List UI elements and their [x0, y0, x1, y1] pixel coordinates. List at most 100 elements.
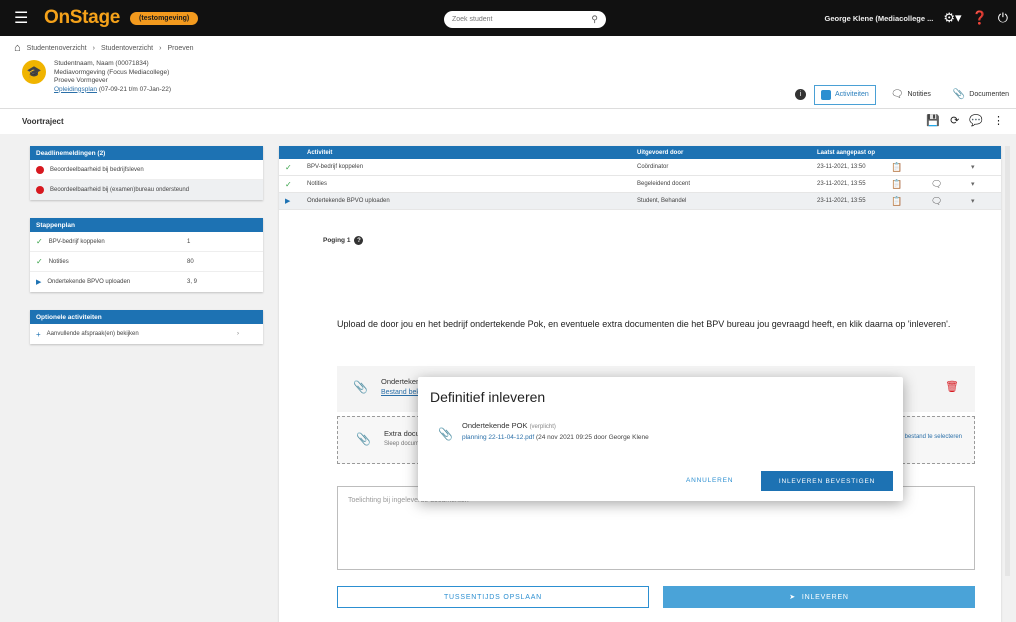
student-proeve: Proeve Vormgever	[54, 77, 108, 84]
steps-card: Stappenplan ✓ BPV-bedrijf koppelen 1 ✓ N…	[30, 218, 263, 292]
clipboard-icon[interactable]: 📋	[891, 162, 931, 173]
deadline-item[interactable]: Beoordeelbaarheid bij bedrijfsleven	[30, 160, 263, 180]
step-item[interactable]: ▶ Ondertekende BPVO uploaden 3, 9	[30, 272, 263, 292]
environment-badge: (testomgeving)	[130, 11, 199, 25]
submit-button[interactable]: ➤ INLEVEREN	[663, 586, 975, 608]
tab-label: Documenten	[969, 91, 1009, 98]
chevron-down-icon[interactable]: ▾	[971, 163, 991, 171]
send-icon: ➤	[789, 594, 796, 601]
comment-icon[interactable]: 🗨	[931, 196, 971, 207]
tab-label: Notities	[907, 91, 931, 98]
dialog-doc-info: planning 22-11-04-12.pdf (24 nov 2021 09…	[462, 434, 649, 441]
info-icon[interactable]: i	[794, 89, 806, 100]
help-icon[interactable]: ❓	[972, 10, 988, 26]
opleidingsplan-link[interactable]: Opleidingsplan	[54, 86, 97, 93]
attempt-label: Poging 1 ?	[323, 236, 364, 245]
page-title: Voortraject	[22, 117, 64, 126]
save-icon[interactable]: 💾	[926, 114, 940, 127]
alert-dot-icon	[36, 186, 44, 194]
chevron-down-icon[interactable]: ▾	[971, 197, 991, 205]
breadcrumb: ⌂ Studentenoverzicht › Studentoverzicht …	[14, 42, 194, 54]
tab-activiteiten[interactable]: Activiteiten	[813, 84, 876, 105]
help-icon[interactable]: ?	[354, 236, 364, 245]
plus-icon: +	[36, 329, 41, 339]
search-icon[interactable]: ⚲	[591, 14, 598, 25]
chevron-right-icon: ›	[237, 331, 239, 337]
paperclip-icon: 📎	[356, 432, 371, 446]
card-title: Deadlinemeldingen (2)	[30, 146, 263, 160]
alert-dot-icon	[36, 165, 44, 174]
cancel-button[interactable]: ANNULEREN	[686, 477, 733, 484]
menu-icon[interactable]: ☰	[14, 8, 30, 28]
optional-item[interactable]: + Aanvullende afspraak(en) bekijken ›	[30, 324, 263, 344]
save-draft-button[interactable]: TUSSENTIJDS OPSLAAN	[337, 586, 649, 608]
breadcrumb-item-1[interactable]: Studentenoverzicht	[27, 45, 87, 52]
student-name: Studentnaam, Naam (00071834)	[54, 60, 149, 67]
user-name[interactable]: George Klene (Mediacollege ...	[825, 14, 934, 23]
play-icon: ▶	[36, 279, 42, 286]
chevron-right-icon: ›	[92, 44, 95, 52]
scrollbar[interactable]	[1005, 146, 1010, 576]
chevron-down-icon[interactable]: ▾	[971, 180, 991, 188]
check-icon: ✓	[36, 257, 43, 266]
dialog-title: Definitief inleveren	[430, 389, 546, 405]
search-input[interactable]	[452, 16, 572, 23]
breadcrumb-item-3: Proeven	[167, 44, 194, 52]
header-divider	[0, 108, 1016, 109]
chevron-right-icon: ›	[159, 44, 162, 52]
home-icon[interactable]: ⌂	[14, 42, 21, 54]
confirm-dialog: Definitief inleveren 📎 Ondertekende POK …	[418, 377, 903, 501]
dialog-doc-name: Ondertekende POK (verplicht)	[462, 421, 556, 430]
card-title: Stappenplan	[30, 218, 263, 232]
table-row[interactable]: ✓ Notities Begeleidend docent 23-11-2021…	[279, 176, 1001, 193]
deadline-item[interactable]: Beoordeelbaarheid bij (examen)bureau ond…	[30, 180, 263, 200]
comment-icon[interactable]: 🗨	[931, 179, 971, 190]
col-modified: Laatst aangepast op	[817, 149, 876, 156]
step-item[interactable]: ✓ BPV-bedrijf koppelen 1	[30, 232, 263, 252]
play-icon: ▶	[285, 198, 291, 205]
col-done-by: Uitgevoerd door	[637, 149, 684, 156]
student-info: Studentnaam, Naam (00071834) Mediavormge…	[54, 60, 171, 94]
tab-documenten[interactable]: 📎 Documenten	[946, 84, 1016, 105]
step-item[interactable]: ✓ Notities 80	[30, 252, 263, 272]
power-icon[interactable]: ⏻	[998, 10, 1008, 26]
tab-label: Activiteiten	[834, 91, 869, 98]
comment-icon: 🗨	[890, 89, 904, 100]
top-bar: ☰ OnStage (testomgeving) ⚲ George Klene …	[0, 0, 1016, 36]
deadlines-card: Deadlinemeldingen (2) Beoordeelbaarheid …	[30, 146, 263, 200]
check-icon: ✓	[285, 179, 292, 189]
tab-notities[interactable]: 🗨 Notities	[884, 84, 938, 105]
card-title: Optionele activiteiten	[30, 310, 263, 324]
confirm-submit-button[interactable]: INLEVEREN BEVESTIGEN	[761, 471, 893, 491]
app-logo[interactable]: OnStage	[44, 7, 120, 29]
col-activity: Activiteit	[307, 149, 333, 156]
paperclip-icon: 📎	[353, 380, 368, 394]
chat-icon[interactable]: 💬	[969, 114, 983, 127]
page-actions: 💾 ⟳ 💬 ⋮	[926, 114, 1004, 127]
list-icon	[820, 89, 831, 100]
clipboard-icon[interactable]: 📋	[891, 179, 931, 190]
user-area: George Klene (Mediacollege ... ⚙▾ ❓ ⏻	[825, 0, 1008, 36]
instruction-text: Upload de door jou en het bedrijf ondert…	[337, 319, 951, 329]
table-row[interactable]: ▶ Ondertekende BPVO uploaden Student, Be…	[279, 193, 1001, 210]
more-vertical-icon[interactable]: ⋮	[993, 114, 1004, 127]
dialog-doc-link[interactable]: planning 22-11-04-12.pdf	[462, 434, 534, 441]
check-icon: ✓	[36, 237, 43, 246]
breadcrumb-item-2[interactable]: Studentoverzicht	[101, 45, 153, 52]
check-icon: ✓	[285, 162, 292, 172]
view-tabs: i Activiteiten 🗨 Notities 📎 Documenten	[794, 84, 1016, 105]
paperclip-icon: 📎	[952, 89, 966, 100]
paperclip-icon: 📎	[438, 427, 453, 441]
optional-card: Optionele activiteiten + Aanvullende afs…	[30, 310, 263, 344]
refresh-icon[interactable]: ⟳	[950, 114, 959, 127]
search-box[interactable]: ⚲	[444, 11, 606, 28]
student-program: Mediavormgeving (Focus Mediacollege)	[54, 68, 170, 76]
table-header: Activiteit Uitgevoerd door Laatst aangep…	[279, 146, 1001, 159]
trash-icon[interactable]: 🗑	[945, 380, 959, 393]
clipboard-icon[interactable]: 📋	[891, 196, 931, 207]
graduation-cap-icon: 🎓	[22, 60, 46, 84]
settings-icon[interactable]: ⚙▾	[943, 10, 961, 26]
student-period: (07-09-21 t/m 07-Jan-22)	[97, 85, 172, 93]
table-row[interactable]: ✓ BPV-bedrijf koppelen Coördinator 23-11…	[279, 159, 1001, 176]
student-header: 🎓 Studentnaam, Naam (00071834) Mediavorm…	[22, 60, 171, 94]
